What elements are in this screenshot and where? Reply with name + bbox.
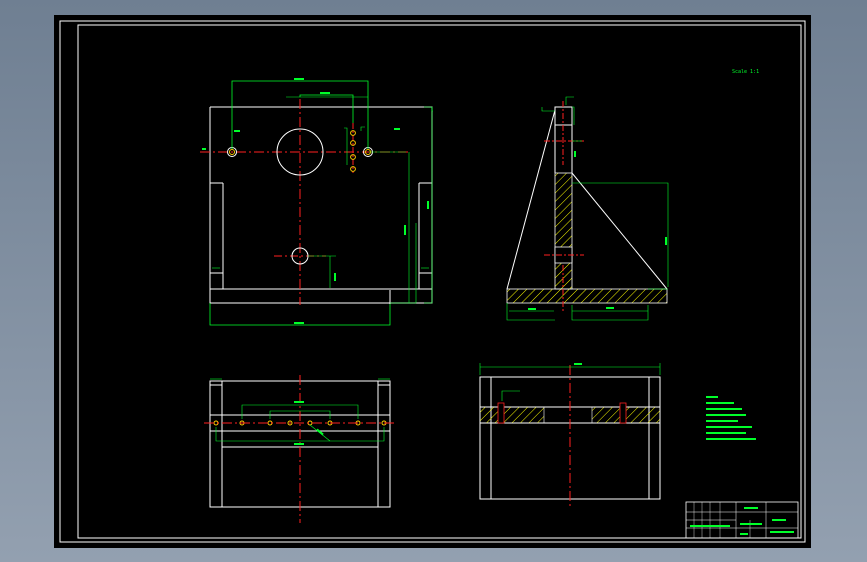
section-view bbox=[479, 363, 661, 509]
inner-border bbox=[77, 24, 802, 539]
title-block bbox=[685, 501, 799, 539]
front-view bbox=[200, 78, 433, 326]
cad-viewport[interactable]: Scale 1:1 bbox=[0, 0, 867, 562]
drawing-sheet: Scale 1:1 bbox=[54, 15, 811, 548]
side-section-view bbox=[506, 96, 669, 321]
top-view bbox=[204, 375, 396, 523]
technical-notes bbox=[706, 396, 756, 440]
drawing-canvas: Scale 1:1 bbox=[59, 20, 806, 543]
scale-note: Scale 1:1 bbox=[732, 69, 759, 75]
